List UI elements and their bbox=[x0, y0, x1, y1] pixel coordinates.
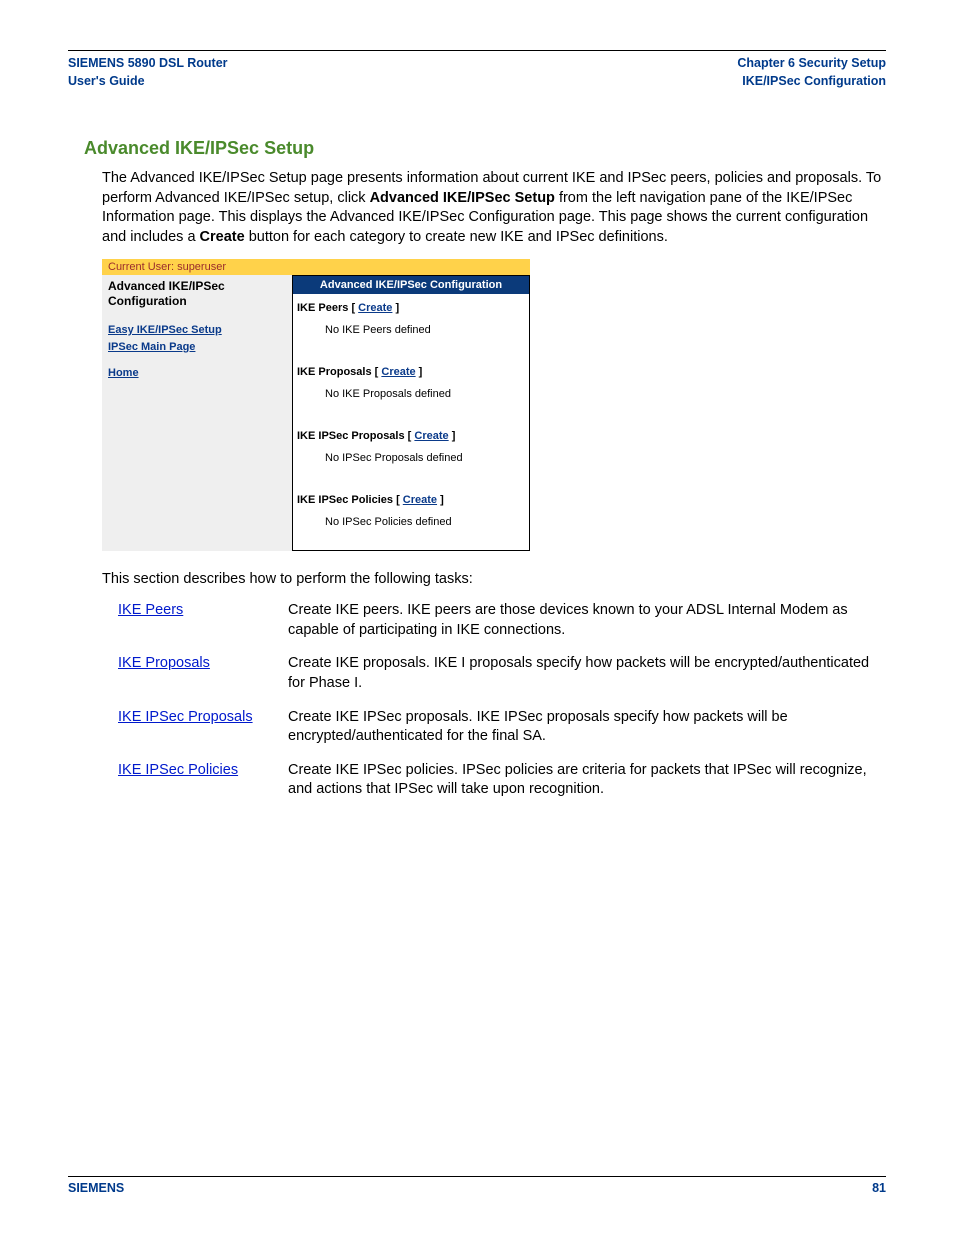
task-desc: Create IKE IPSec policies. IPSec policie… bbox=[288, 761, 886, 800]
nav-ipsec-main[interactable]: IPSec Main Page bbox=[108, 339, 286, 356]
task-row: IKE Proposals Create IKE proposals. IKE … bbox=[118, 654, 886, 693]
cfg-ipsec-proposals: IKE IPSec Proposals [ Create ] No IPSec … bbox=[293, 422, 529, 486]
cfg-empty-msg: No IKE Peers defined bbox=[297, 314, 525, 344]
header-rule bbox=[68, 50, 886, 51]
para-bold-2: Create bbox=[200, 229, 245, 245]
task-desc: Create IKE IPSec proposals. IKE IPSec pr… bbox=[288, 708, 886, 747]
screenshot-content-pane: Advanced IKE/IPSec Configuration IKE Pee… bbox=[292, 275, 530, 551]
bracket: ] bbox=[392, 302, 399, 314]
chapter-title: Chapter 6 Security Setup bbox=[737, 55, 886, 73]
footer-row: SIEMENS 81 bbox=[68, 1181, 886, 1195]
task-desc: Create IKE peers. IKE peers are those de… bbox=[288, 601, 886, 640]
nav-home[interactable]: Home bbox=[108, 365, 286, 382]
nav-title: Advanced IKE/IPSec Configuration bbox=[108, 279, 286, 308]
para-bold-1: Advanced IKE/IPSec Setup bbox=[370, 190, 555, 206]
link-ike-ipsec-proposals[interactable]: IKE IPSec Proposals bbox=[118, 709, 253, 725]
tasks-table: IKE Peers Create IKE peers. IKE peers ar… bbox=[118, 601, 886, 800]
cfg-empty-msg: No IPSec Proposals defined bbox=[297, 442, 525, 472]
current-user-bar: Current User: superuser bbox=[102, 259, 530, 275]
cfg-label: IKE IPSec Policies bbox=[297, 494, 393, 506]
doc-subtitle: User's Guide bbox=[68, 73, 228, 91]
link-ike-peers[interactable]: IKE Peers bbox=[118, 602, 183, 618]
cfg-ike-proposals: IKE Proposals [ Create ] No IKE Proposal… bbox=[293, 358, 529, 422]
para-text-e: button for each category to create new I… bbox=[245, 229, 668, 245]
cfg-empty-msg: No IPSec Policies defined bbox=[297, 506, 525, 536]
task-row: IKE Peers Create IKE peers. IKE peers ar… bbox=[118, 601, 886, 640]
intro-paragraph: The Advanced IKE/IPSec Setup page presen… bbox=[102, 169, 886, 247]
page-header: SIEMENS 5890 DSL Router User's Guide Cha… bbox=[68, 55, 886, 100]
cfg-label: IKE IPSec Proposals bbox=[297, 430, 405, 442]
content-header: Advanced IKE/IPSec Configuration bbox=[293, 276, 529, 294]
bracket: ] bbox=[449, 430, 456, 442]
nav-easy-setup[interactable]: Easy IKE/IPSec Setup bbox=[108, 322, 286, 339]
tasks-intro: This section describes how to perform th… bbox=[102, 571, 886, 587]
page-number: 81 bbox=[872, 1181, 886, 1195]
header-right: Chapter 6 Security Setup IKE/IPSec Confi… bbox=[737, 55, 886, 90]
section-heading: Advanced IKE/IPSec Setup bbox=[84, 138, 886, 159]
link-ike-proposals[interactable]: IKE Proposals bbox=[118, 655, 210, 671]
create-link[interactable]: Create bbox=[358, 302, 392, 314]
create-link[interactable]: Create bbox=[403, 494, 437, 506]
task-row: IKE IPSec Proposals Create IKE IPSec pro… bbox=[118, 708, 886, 747]
cfg-empty-msg: No IKE Proposals defined bbox=[297, 378, 525, 408]
create-link[interactable]: Create bbox=[414, 430, 448, 442]
page: SIEMENS 5890 DSL Router User's Guide Cha… bbox=[0, 0, 954, 1235]
link-ike-ipsec-policies[interactable]: IKE IPSec Policies bbox=[118, 762, 238, 778]
create-link[interactable]: Create bbox=[381, 366, 415, 378]
footer-rule bbox=[68, 1176, 886, 1177]
nav-links: Easy IKE/IPSec Setup IPSec Main Page Hom… bbox=[108, 322, 286, 382]
bracket: [ bbox=[396, 494, 403, 506]
screenshot-nav-pane: Advanced IKE/IPSec Configuration Easy IK… bbox=[102, 275, 292, 551]
task-row: IKE IPSec Policies Create IKE IPSec poli… bbox=[118, 761, 886, 800]
cfg-ike-peers: IKE Peers [ Create ] No IKE Peers define… bbox=[293, 294, 529, 358]
header-left: SIEMENS 5890 DSL Router User's Guide bbox=[68, 55, 228, 90]
bracket: ] bbox=[437, 494, 444, 506]
doc-title: SIEMENS 5890 DSL Router bbox=[68, 55, 228, 73]
screenshot-body: Advanced IKE/IPSec Configuration Easy IK… bbox=[102, 275, 530, 551]
page-footer: SIEMENS 81 bbox=[68, 1176, 886, 1195]
task-desc: Create IKE proposals. IKE I proposals sp… bbox=[288, 654, 886, 693]
bracket: ] bbox=[416, 366, 423, 378]
chapter-subtitle: IKE/IPSec Configuration bbox=[737, 73, 886, 91]
config-screenshot: Current User: superuser Advanced IKE/IPS… bbox=[102, 259, 530, 551]
cfg-ipsec-policies: IKE IPSec Policies [ Create ] No IPSec P… bbox=[293, 486, 529, 550]
cfg-label: IKE Peers bbox=[297, 302, 348, 314]
footer-brand: SIEMENS bbox=[68, 1181, 124, 1195]
cfg-label: IKE Proposals bbox=[297, 366, 372, 378]
